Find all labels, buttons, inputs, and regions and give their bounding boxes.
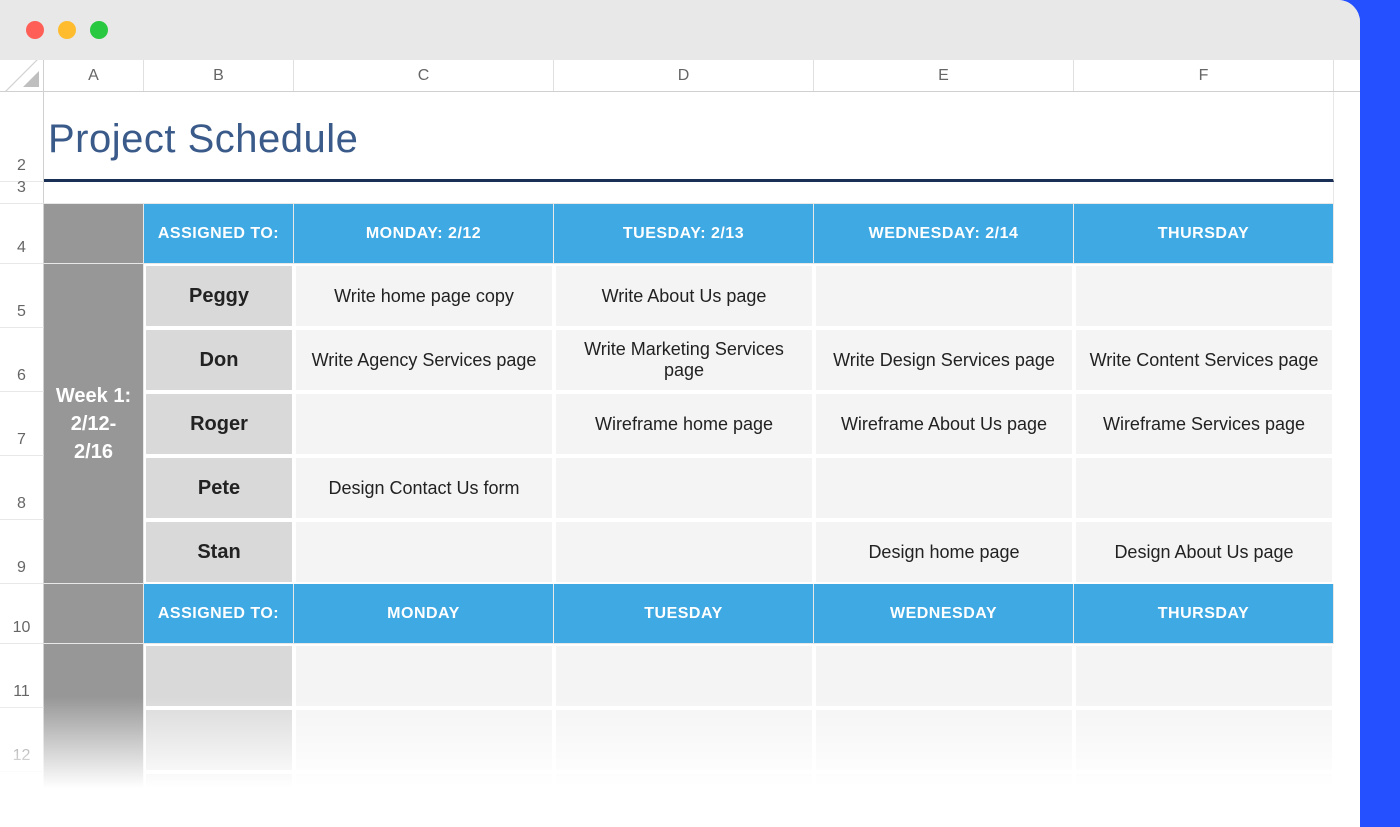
header-day[interactable]: THURSDAY — [1074, 204, 1334, 264]
task-cell[interactable] — [1074, 456, 1334, 520]
cell[interactable] — [44, 182, 1334, 204]
task-cell[interactable] — [294, 772, 554, 827]
assignee-cell[interactable] — [144, 708, 294, 772]
assignee-cell[interactable]: Stan — [144, 520, 294, 584]
task-cell[interactable] — [294, 392, 554, 456]
maximize-icon[interactable] — [90, 21, 108, 39]
grid: 2 Project Schedule 3 4 ASSIGNED TO: MOND… — [0, 92, 1360, 827]
column-header[interactable]: B — [144, 60, 294, 91]
row-header[interactable]: 10 — [0, 584, 44, 644]
task-cell[interactable] — [814, 708, 1074, 772]
row-header[interactable]: 11 — [0, 644, 44, 708]
task-cell[interactable] — [554, 644, 814, 708]
assignee-cell[interactable]: Pete — [144, 456, 294, 520]
task-cell[interactable] — [814, 456, 1074, 520]
row-header[interactable]: 9 — [0, 520, 44, 584]
task-cell[interactable] — [1074, 264, 1334, 328]
week-corner[interactable] — [44, 584, 144, 644]
task-cell[interactable] — [554, 456, 814, 520]
header-day[interactable]: WEDNESDAY — [814, 584, 1074, 644]
header-day[interactable]: WEDNESDAY: 2/14 — [814, 204, 1074, 264]
task-cell[interactable] — [554, 708, 814, 772]
header-day[interactable]: THURSDAY — [1074, 584, 1334, 644]
header-day[interactable]: TUESDAY — [554, 584, 814, 644]
column-header[interactable]: E — [814, 60, 1074, 91]
task-cell[interactable]: Design home page — [814, 520, 1074, 584]
header-day[interactable]: MONDAY — [294, 584, 554, 644]
task-cell[interactable]: Wireframe home page — [554, 392, 814, 456]
header-day[interactable]: MONDAY: 2/12 — [294, 204, 554, 264]
minimize-icon[interactable] — [58, 21, 76, 39]
task-cell[interactable] — [554, 520, 814, 584]
title-bar — [0, 0, 1360, 60]
row-header[interactable]: 12 — [0, 708, 44, 772]
task-cell[interactable] — [814, 264, 1074, 328]
task-cell[interactable]: Write home page copy — [294, 264, 554, 328]
row-header[interactable]: 3 — [0, 182, 44, 204]
week-label[interactable]: Week 2 — [44, 644, 144, 827]
task-cell[interactable]: Wireframe About Us page — [814, 392, 1074, 456]
row-header[interactable]: 8 — [0, 456, 44, 520]
assignee-cell[interactable] — [144, 644, 294, 708]
task-cell[interactable]: Wireframe Services page — [1074, 392, 1334, 456]
task-cell[interactable] — [294, 644, 554, 708]
header-assigned-to[interactable]: ASSIGNED TO: — [144, 584, 294, 644]
task-cell[interactable] — [1074, 772, 1334, 827]
week-corner[interactable] — [44, 204, 144, 264]
task-cell[interactable]: Write Marketing Services page — [554, 328, 814, 392]
task-cell[interactable] — [1074, 708, 1334, 772]
task-cell[interactable] — [294, 708, 554, 772]
task-cell[interactable] — [814, 772, 1074, 827]
header-day[interactable]: TUESDAY: 2/13 — [554, 204, 814, 264]
select-all-corner[interactable] — [0, 60, 44, 91]
page-title[interactable]: Project Schedule — [44, 92, 1334, 182]
column-header[interactable]: C — [294, 60, 554, 91]
task-cell[interactable]: Design About Us page — [1074, 520, 1334, 584]
app-window: A B C D E F 2 Project Schedule 3 4 ASSIG… — [0, 0, 1360, 827]
assignee-cell[interactable]: Don — [144, 328, 294, 392]
task-cell[interactable] — [1074, 644, 1334, 708]
task-cell[interactable] — [294, 520, 554, 584]
row-header[interactable]: 13 — [0, 772, 44, 827]
column-headers: A B C D E F — [0, 60, 1360, 92]
assignee-cell[interactable] — [144, 772, 294, 827]
assignee-cell[interactable]: Peggy — [144, 264, 294, 328]
task-cell[interactable]: Write Agency Services page — [294, 328, 554, 392]
task-cell[interactable] — [554, 772, 814, 827]
task-cell[interactable]: Write Design Services page — [814, 328, 1074, 392]
task-cell[interactable]: Design Contact Us form — [294, 456, 554, 520]
task-cell[interactable]: Write About Us page — [554, 264, 814, 328]
row-header[interactable]: 2 — [0, 92, 44, 182]
row-header[interactable]: 6 — [0, 328, 44, 392]
spreadsheet: A B C D E F 2 Project Schedule 3 4 ASSIG… — [0, 60, 1360, 827]
row-header[interactable]: 5 — [0, 264, 44, 328]
task-cell[interactable] — [814, 644, 1074, 708]
row-header[interactable]: 4 — [0, 204, 44, 264]
header-assigned-to[interactable]: ASSIGNED TO: — [144, 204, 294, 264]
assignee-cell[interactable]: Roger — [144, 392, 294, 456]
row-header[interactable]: 7 — [0, 392, 44, 456]
task-cell[interactable]: Write Content Services page — [1074, 328, 1334, 392]
column-header[interactable]: F — [1074, 60, 1334, 91]
week-label[interactable]: Week 1: 2/12-2/16 — [44, 264, 144, 584]
column-header[interactable]: A — [44, 60, 144, 91]
column-header[interactable]: D — [554, 60, 814, 91]
close-icon[interactable] — [26, 21, 44, 39]
